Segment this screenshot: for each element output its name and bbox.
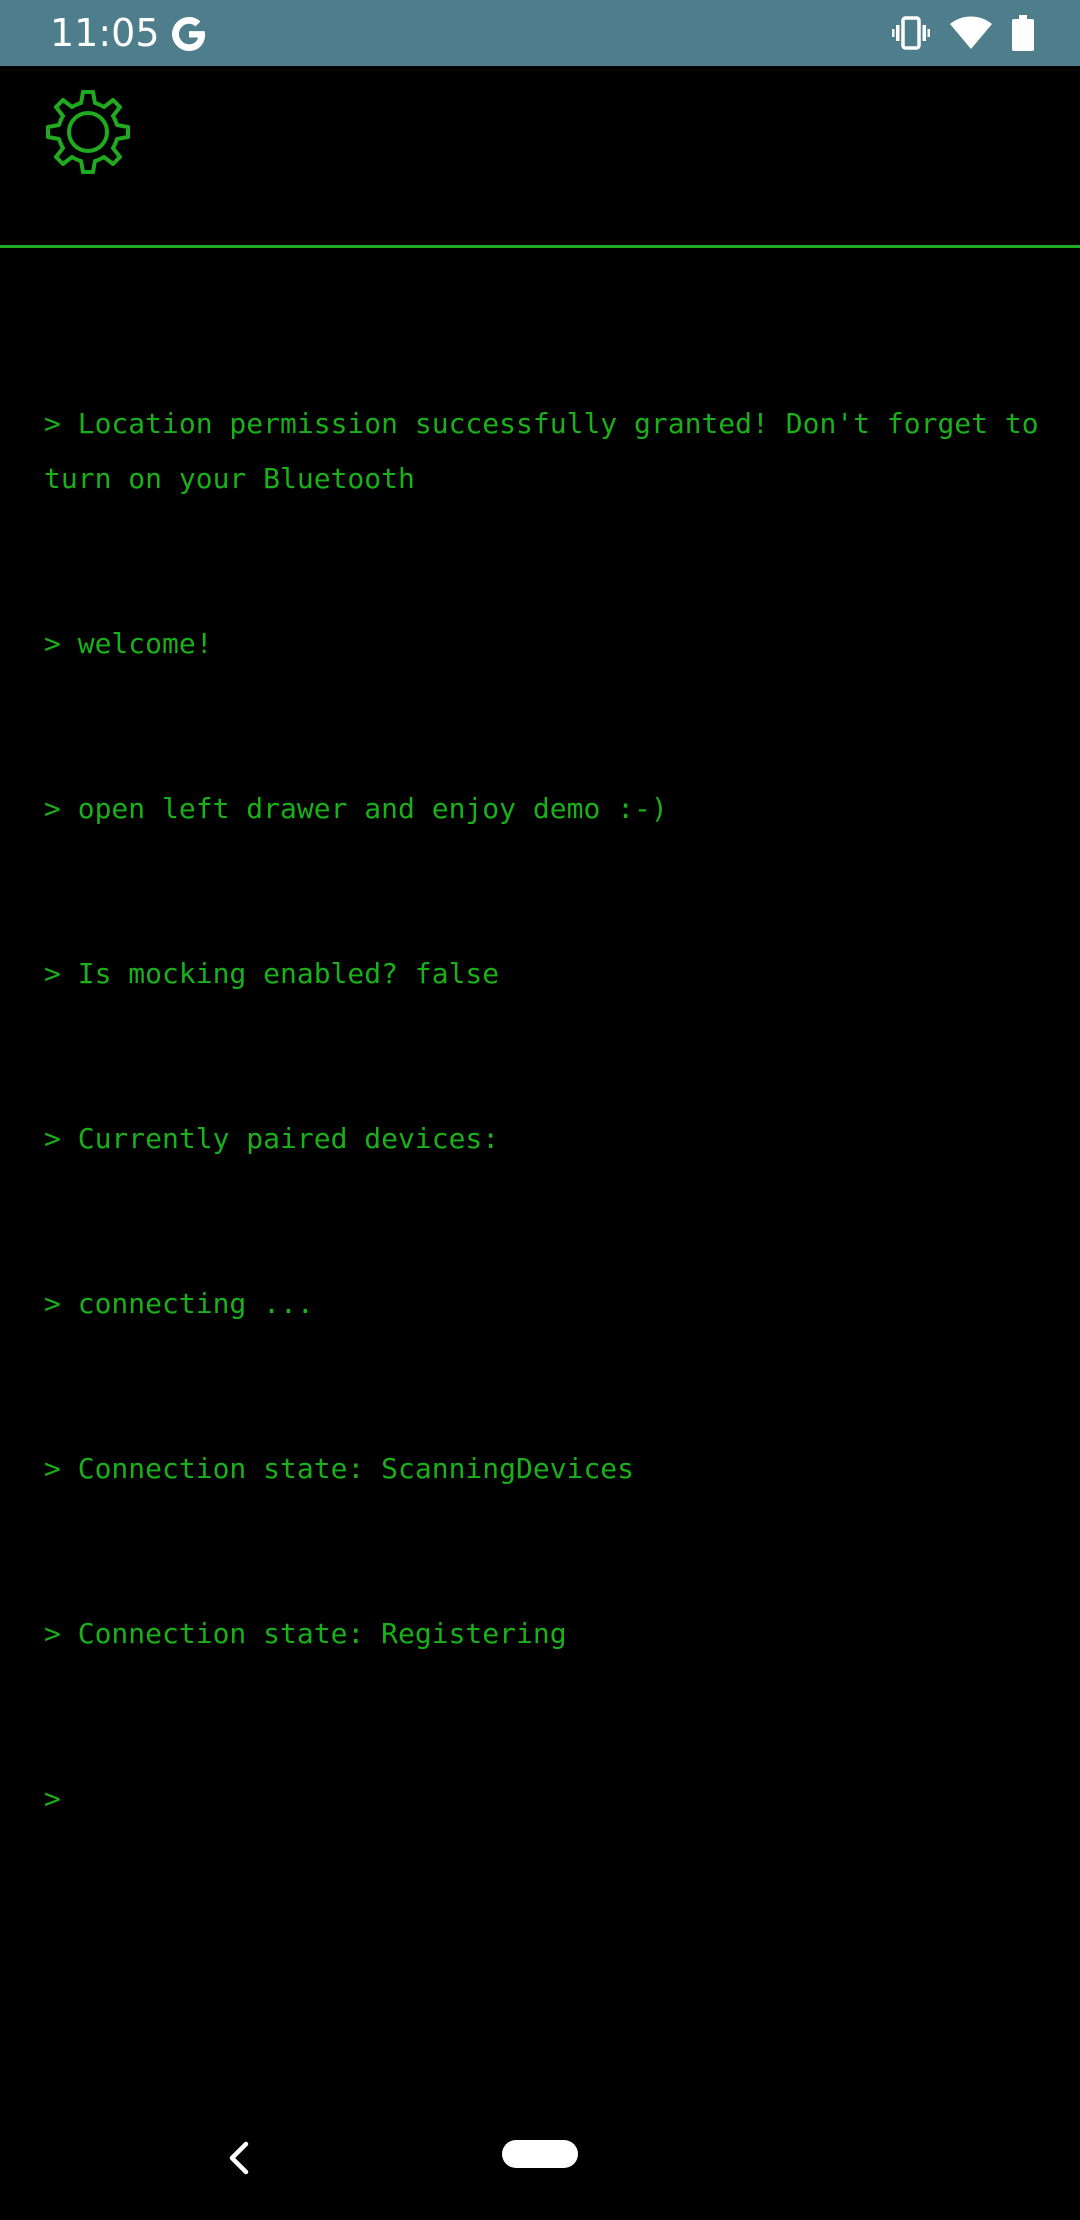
console-line: > Connection state: Registering [44,1617,567,1650]
console-line: > Location permission successfully grant… [44,407,1056,495]
console-line: > Is mocking enabled? false [44,957,500,990]
console-line: > welcome! [44,627,213,660]
google-g-icon [172,17,206,51]
status-icons [892,14,1034,52]
back-chevron-icon[interactable] [224,2138,254,2178]
battery-icon [1012,15,1034,51]
toolbar-divider [0,245,1080,248]
console-line: > Connection state: ScanningDevices [44,1452,635,1485]
console-line: > open left drawer and enjoy demo :-) [44,792,668,825]
console-line: > Currently paired devices: [44,1122,500,1155]
toolbar [0,66,1080,246]
nav-bar [0,2096,1080,2220]
vibrate-icon [892,16,930,50]
wifi-icon [950,16,992,49]
home-pill-icon[interactable] [502,2140,578,2168]
console-line: > connecting ... [44,1287,314,1320]
status-time: 11:05 [50,11,160,55]
console-output: > Location permission successfully grant… [44,286,1044,1881]
console-prompt: > [44,1782,61,1815]
gear-icon[interactable] [40,86,136,182]
status-bar: 11:05 [0,0,1080,66]
